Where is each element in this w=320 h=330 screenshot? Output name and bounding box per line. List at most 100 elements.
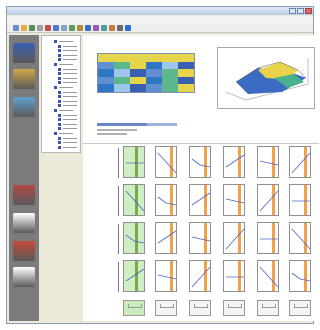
cut-icon[interactable] (45, 25, 51, 31)
plot-tile[interactable] (223, 260, 245, 292)
pie-chart-icon[interactable] (13, 241, 35, 261)
plot-tile[interactable] (289, 260, 311, 292)
plot-tile[interactable] (289, 184, 311, 216)
network-icon[interactable] (13, 69, 35, 89)
3d-surface-plot[interactable] (217, 47, 315, 109)
undo-icon[interactable] (69, 25, 75, 31)
flow-icon[interactable] (13, 97, 35, 117)
close-icon[interactable] (305, 8, 312, 14)
tree-item[interactable] (58, 122, 78, 126)
matrix-cell[interactable] (130, 54, 146, 62)
matrix-cell[interactable] (114, 69, 130, 77)
tree-item[interactable] (58, 44, 78, 48)
minimize-icon[interactable] (289, 8, 296, 14)
matrix-cell[interactable] (178, 69, 194, 77)
matrix-cell[interactable] (178, 61, 194, 70)
tree-item[interactable] (58, 145, 78, 149)
plot-tile[interactable] (189, 260, 211, 292)
tree-item[interactable] (58, 49, 78, 53)
matrix-cell[interactable] (146, 54, 162, 62)
matrix-cell[interactable] (114, 54, 130, 62)
table-icon[interactable] (101, 25, 107, 31)
plot-tile[interactable] (123, 222, 145, 254)
plot-tile[interactable] (257, 260, 279, 292)
plot-tab[interactable] (155, 300, 177, 316)
matrix-cell[interactable] (130, 76, 146, 85)
plot-tile[interactable] (123, 260, 145, 292)
matrix-cell[interactable] (146, 61, 162, 70)
tree-item[interactable] (58, 90, 78, 94)
tree-item[interactable] (54, 132, 74, 135)
matrix-cell[interactable] (98, 76, 114, 85)
plot-tile[interactable] (155, 260, 177, 292)
matrix-cell[interactable] (162, 69, 178, 77)
matrix-cell[interactable] (98, 69, 114, 77)
plot-tile[interactable] (223, 184, 245, 216)
filter-icon[interactable] (109, 25, 115, 31)
matrix-cell[interactable] (146, 84, 162, 92)
plot-tile[interactable] (289, 146, 311, 178)
table-icon[interactable] (13, 213, 35, 233)
plot-tile[interactable] (123, 184, 145, 216)
save-icon[interactable] (29, 25, 35, 31)
tree-item[interactable] (58, 127, 78, 131)
tree-panel[interactable] (41, 35, 81, 153)
tree-item[interactable] (58, 53, 78, 57)
tree-item[interactable] (58, 99, 78, 103)
tree-item[interactable] (58, 67, 78, 71)
open-icon[interactable] (21, 25, 27, 31)
plot-tab[interactable] (223, 300, 245, 316)
matrix-cell[interactable] (178, 54, 194, 62)
matrix-cell[interactable] (178, 84, 194, 92)
help-icon[interactable] (125, 25, 131, 31)
report-icon[interactable] (13, 267, 35, 287)
plot-tile[interactable] (189, 146, 211, 178)
print-icon[interactable] (37, 25, 43, 31)
matrix-cell[interactable] (130, 84, 146, 92)
matrix-cell[interactable] (178, 76, 194, 85)
matrix-cell[interactable] (146, 76, 162, 85)
plot-tile[interactable] (155, 146, 177, 178)
new-icon[interactable] (13, 25, 19, 31)
tree-item[interactable] (58, 113, 78, 117)
matrix-cell[interactable] (162, 61, 178, 70)
matrix-cell[interactable] (130, 61, 146, 70)
tree-item[interactable] (58, 76, 78, 80)
matrix-cell[interactable] (114, 61, 130, 70)
plot-tile[interactable] (257, 146, 279, 178)
matrix-cell[interactable] (114, 84, 130, 92)
plot-tile[interactable] (189, 222, 211, 254)
tree-item[interactable] (54, 109, 74, 112)
plot-tile[interactable] (155, 184, 177, 216)
tree-item[interactable] (58, 72, 78, 76)
matrix-cell[interactable] (114, 76, 130, 85)
tree-item[interactable] (58, 118, 78, 122)
tree-item[interactable] (58, 104, 78, 108)
plot-tile[interactable] (257, 184, 279, 216)
plot-tile[interactable] (189, 184, 211, 216)
matrix-cell[interactable] (146, 69, 162, 77)
tree-item[interactable] (54, 86, 74, 89)
grid-icon[interactable] (93, 25, 99, 31)
plot-tile[interactable] (123, 146, 145, 178)
plot-tile[interactable] (155, 222, 177, 254)
matrix-cell[interactable] (162, 76, 178, 85)
tree-item[interactable] (58, 81, 78, 85)
heatmap-matrix[interactable] (97, 53, 195, 93)
plot-tile[interactable] (223, 222, 245, 254)
zoom-icon[interactable] (117, 25, 123, 31)
maximize-icon[interactable] (297, 8, 304, 14)
matrix-cell[interactable] (98, 84, 114, 92)
matrix-cell[interactable] (130, 69, 146, 77)
plot-tile[interactable] (257, 222, 279, 254)
tree-item[interactable] (58, 95, 78, 99)
tree-item[interactable] (58, 141, 78, 145)
plot-tab[interactable] (257, 300, 279, 316)
matrix-cell[interactable] (162, 84, 178, 92)
tree-item[interactable] (54, 40, 74, 43)
matrix-cell[interactable] (162, 54, 178, 62)
matrix-cell[interactable] (98, 61, 114, 70)
tree-item[interactable] (58, 136, 78, 140)
copy-icon[interactable] (53, 25, 59, 31)
matrix-cell[interactable] (98, 54, 114, 62)
